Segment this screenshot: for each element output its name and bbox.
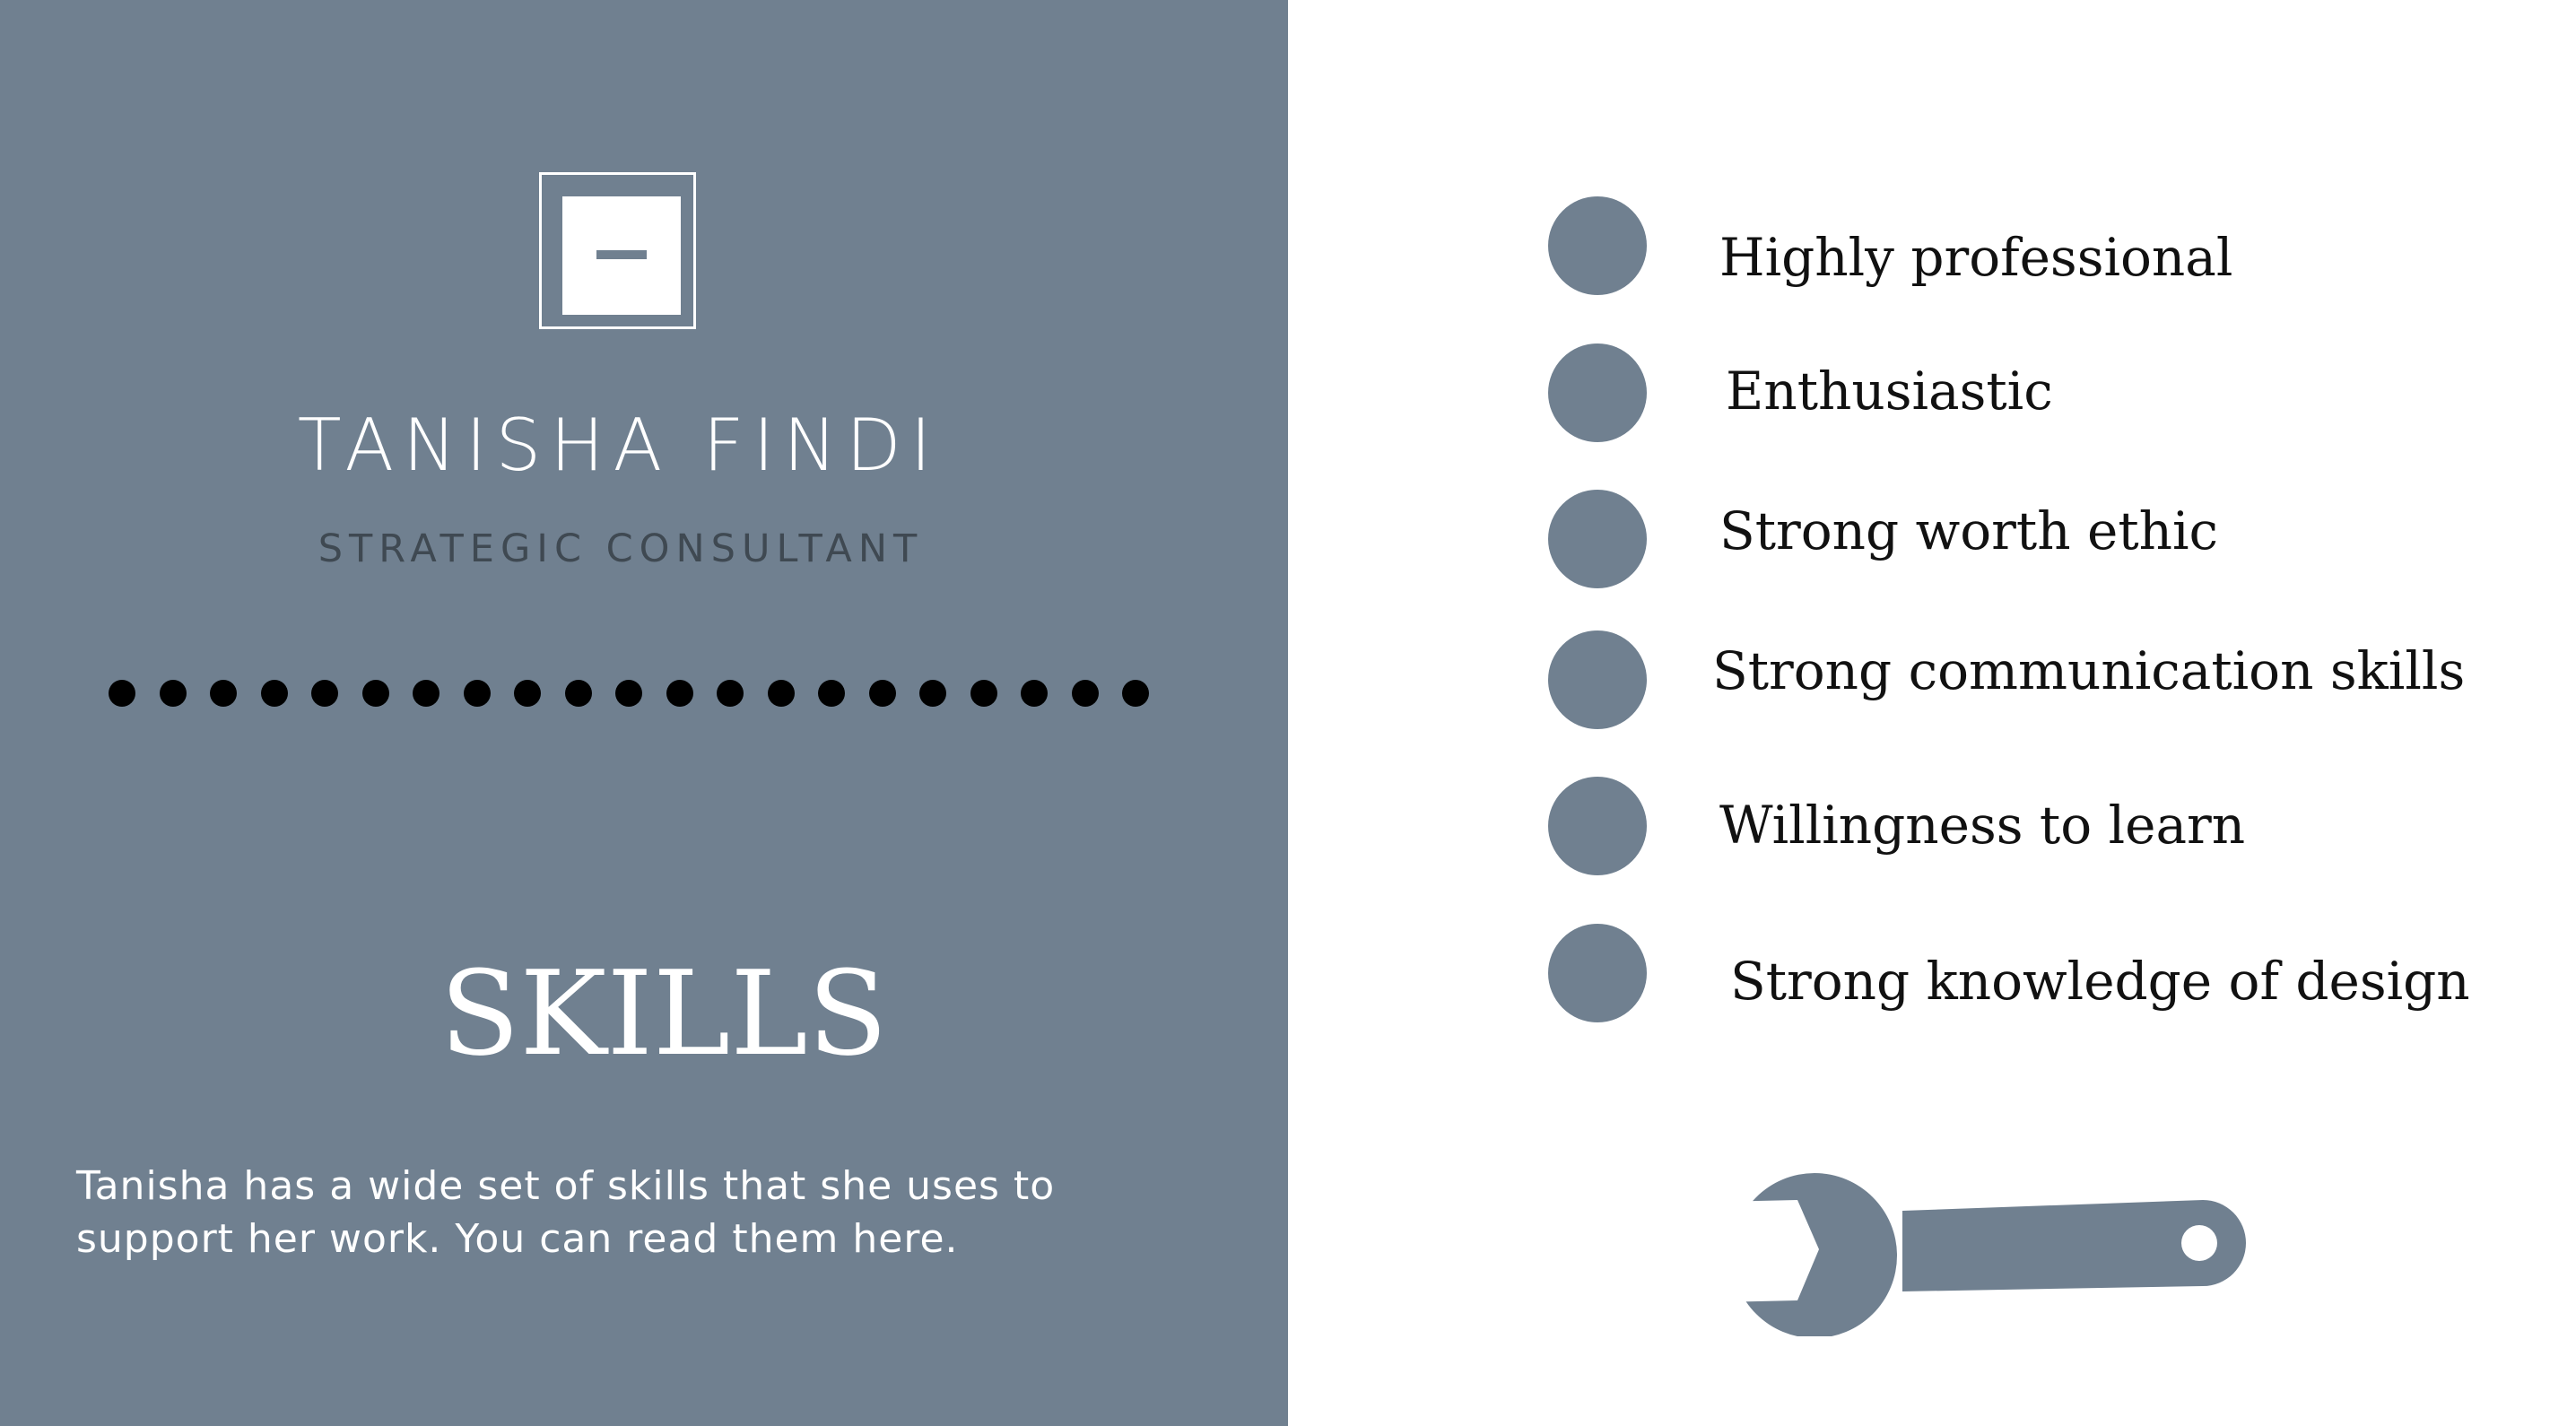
profile-panel: TANISHA FINDI STRATEGIC CONSULTANT SKILL… <box>0 0 1288 1426</box>
person-role: STRATEGIC CONSULTANT <box>318 526 924 571</box>
divider-dot <box>361 680 389 707</box>
skill-bullet <box>1548 777 1647 875</box>
logo-minus-bar <box>596 250 647 259</box>
divider-dot <box>868 680 896 707</box>
divider-dot <box>1021 680 1048 707</box>
skill-label-willingness: Willingness to learn <box>1719 795 2246 856</box>
divider-dot <box>311 680 338 707</box>
skill-label-highly-professional: Highly professional <box>1719 227 2233 288</box>
skill-label-design: Strong knowledge of design <box>1730 951 2470 1012</box>
divider-dot <box>615 680 642 707</box>
divider-dot <box>970 680 997 707</box>
divider-dot <box>109 680 135 707</box>
divider-dot <box>413 680 439 707</box>
divider-dot <box>666 680 693 707</box>
divider-dot <box>717 680 744 707</box>
skill-label-work-ethic: Strong worth ethic <box>1719 500 2219 561</box>
person-name: TANISHA FINDI <box>297 404 941 487</box>
logo-frame <box>539 172 696 329</box>
divider-dot <box>159 680 187 707</box>
skill-bullet <box>1548 490 1647 588</box>
divider-dot <box>818 680 845 707</box>
skill-bullet <box>1548 924 1647 1022</box>
skill-bullet <box>1548 196 1647 295</box>
divider-dot <box>514 680 541 707</box>
divider-dot <box>564 680 592 707</box>
minus-square-icon <box>562 196 681 315</box>
skill-label-enthusiastic: Enthusiastic <box>1726 361 2053 422</box>
divider-dot <box>919 680 946 707</box>
section-description: Tanisha has a wide set of skills that sh… <box>76 1163 1056 1262</box>
divider-dot <box>210 680 237 707</box>
divider-dot <box>463 680 491 707</box>
divider-dot <box>1071 680 1099 707</box>
section-title: SKILLS <box>439 945 888 1082</box>
dot-divider <box>109 680 1149 707</box>
divider-dot <box>260 680 288 707</box>
wrench-icon <box>1719 1173 2246 1336</box>
skill-bullet <box>1548 343 1647 442</box>
skill-label-communication: Strong communication skills <box>1712 640 2466 701</box>
divider-dot <box>1122 680 1149 707</box>
divider-dot <box>767 680 795 707</box>
skill-bullet <box>1548 630 1647 729</box>
